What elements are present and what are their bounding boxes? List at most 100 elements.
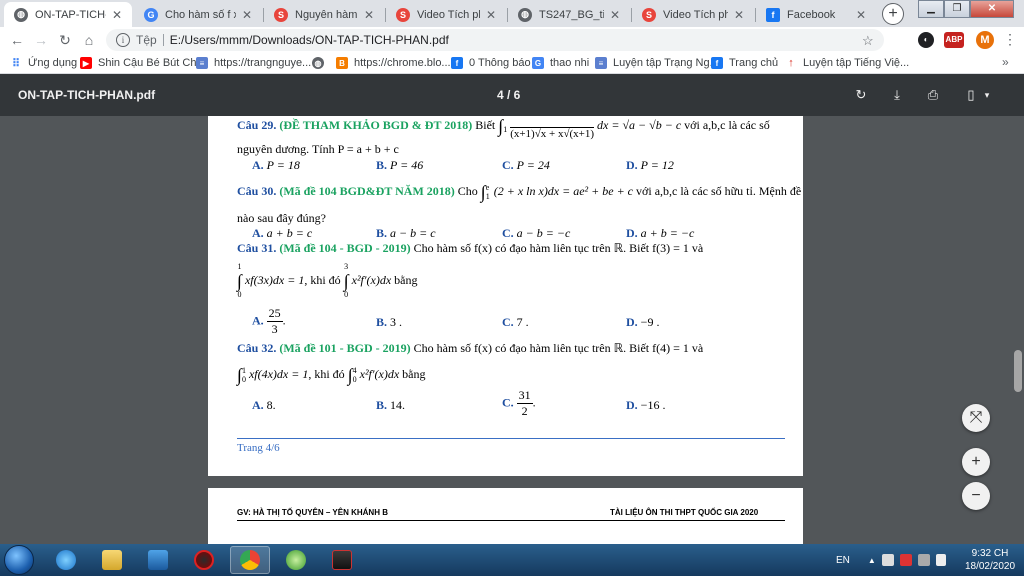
restore-button[interactable]: ❐	[944, 0, 970, 18]
question-text: với a,b,c là các số	[684, 117, 770, 132]
taskbar-app-red[interactable]	[184, 546, 224, 574]
vertical-scrollbar[interactable]	[1012, 116, 1024, 544]
option-key: B.	[376, 226, 388, 240]
scrollbar-thumb[interactable]	[1014, 350, 1022, 392]
tab-on-tap-tich-phan[interactable]: ◍ ON-TAP-TICH-PHAN ✕	[4, 2, 132, 27]
tab-title: Facebook	[787, 8, 836, 21]
folder-icon	[102, 550, 122, 570]
close-tab-icon[interactable]: ✕	[608, 8, 622, 22]
bookmark-label: Luyện tập Tiếng Việ...	[803, 57, 910, 69]
taskbar-media-player[interactable]	[138, 546, 178, 574]
option-value: a + b = −c	[640, 226, 695, 240]
integral-upper-limit: 4	[352, 366, 357, 376]
back-button[interactable]: ←	[8, 31, 26, 49]
pdf-viewer[interactable]: Câu 29. (ĐỀ THAM KHẢO BGD & ĐT 2018) Biế…	[0, 116, 1024, 544]
language-indicator[interactable]: EN	[836, 555, 850, 566]
taskbar-app-green[interactable]	[276, 546, 316, 574]
media-player-icon	[148, 550, 168, 570]
adblock-plus-icon[interactable]: ABP	[944, 32, 964, 48]
extension-icon[interactable]: ◐	[918, 32, 934, 48]
bookmark-thong-bao[interactable]: f 0 Thông báo	[451, 55, 531, 71]
option-key: D.	[626, 158, 638, 172]
question-text: bằng	[402, 367, 426, 381]
url-text[interactable]: E:/Users/mmm/Downloads/ON-TAP-TICH-PHAN.…	[170, 33, 449, 47]
bookmark-chrome-blog[interactable]: B https://chrome.blo...	[336, 55, 451, 71]
profile-avatar[interactable]: M	[976, 31, 994, 49]
tab-facebook[interactable]: f Facebook ✕	[756, 2, 876, 27]
network-icon[interactable]	[917, 554, 930, 566]
tab-video-tich-phan-2[interactable]: S Video Tích phân dạ ✕	[632, 2, 754, 27]
close-tab-icon[interactable]: ✕	[110, 8, 124, 22]
close-window-button[interactable]: ✕	[970, 0, 1014, 18]
question-29-line2: nguyên dương. Tính P = a + b + c	[237, 142, 399, 156]
tray-app-icon[interactable]	[899, 554, 912, 566]
fraction-numerator: 31	[516, 388, 533, 404]
option-value: 8.	[266, 398, 276, 412]
taskbar-app-dark[interactable]	[322, 546, 362, 574]
reload-button[interactable]: ↻	[56, 31, 74, 49]
close-tab-icon[interactable]: ✕	[854, 8, 868, 22]
bookmark-apps[interactable]: ⠿ Ứng dụng	[10, 55, 77, 71]
question-text: , khi đó	[304, 272, 341, 287]
bookmark-trangnguyen[interactable]: ≡ https://trangnguye...	[196, 55, 311, 71]
download-icon[interactable]: ⤓	[888, 86, 906, 104]
tab-ts247[interactable]: ◍ TS247_BG_tich_pha ✕	[508, 2, 630, 27]
address-bar[interactable]: i Tệp E:/Users/mmm/Downloads/ON-TAP-TICH…	[106, 29, 884, 51]
question-source: (Mã đề 104 BGD&ĐT NĂM 2018)	[279, 184, 455, 198]
pdf-page-indicator[interactable]: 4 / 6	[497, 88, 520, 102]
page-header-title: TÀI LIỆU ÔN THI THPT QUỐC GIA 2020	[610, 508, 759, 517]
new-tab-button[interactable]: +	[882, 3, 904, 25]
scheme-label: Tệp	[136, 33, 157, 47]
more-options-icon[interactable]: ▾	[978, 86, 996, 104]
home-button[interactable]: ⌂	[80, 31, 98, 49]
print-icon[interactable]: ⎙	[924, 86, 942, 104]
bookmark-trang-chu[interactable]: f Trang chủ	[711, 55, 778, 71]
option-key: C.	[502, 315, 514, 329]
fraction-denominator: (x+1)√x + x√(x+1)	[510, 128, 595, 140]
bookmark-star-icon[interactable]: ☆	[862, 33, 874, 49]
minimize-button[interactable]: ▁	[918, 0, 944, 18]
tray-app-icon[interactable]	[881, 554, 894, 566]
taskbar-chrome[interactable]	[230, 546, 270, 574]
google-icon: G	[144, 7, 158, 22]
start-button[interactable]	[4, 545, 34, 575]
question-31-line1: Câu 31. (Mã đề 104 - BGD - 2019) Cho hàm…	[237, 241, 703, 256]
taskbar-internet-explorer[interactable]	[46, 546, 86, 574]
question-label: Câu 30.	[237, 184, 277, 198]
bookmark-icon: ≡	[196, 57, 208, 69]
address-separator	[162, 34, 164, 46]
bookmark-thao-nhi[interactable]: G thao nhi	[532, 55, 589, 71]
bookmark-tieng-viet[interactable]: ↑ Luyện tập Tiếng Việ...	[785, 55, 909, 71]
bookmarks-overflow-icon[interactable]: »	[1002, 55, 1009, 69]
header-divider	[237, 520, 785, 521]
option-29-c: C. P = 24	[502, 158, 550, 173]
page-header-author: GV: HÀ THỊ TỐ QUYÊN – YÊN KHÁNH B	[237, 508, 388, 517]
zoom-in-button[interactable]: +	[962, 448, 990, 476]
taskbar-explorer[interactable]	[92, 546, 132, 574]
tab-cho-ham-so[interactable]: G Cho hàm số f x( ) có ✕	[134, 2, 262, 27]
volume-icon[interactable]	[935, 554, 946, 566]
close-tab-icon[interactable]: ✕	[484, 8, 498, 22]
zoom-out-button[interactable]: −	[962, 482, 990, 510]
bookmark-trang-nguyen[interactable]: ≡ Luyện tập Trạng Ng...	[595, 55, 719, 71]
option-key: D.	[626, 315, 638, 329]
tab-title: Cho hàm số f x( ) có	[165, 8, 236, 21]
integral-lower-limit: 0	[344, 290, 349, 299]
tray-expand-icon[interactable]: ▲	[868, 556, 876, 565]
bookmark-shin[interactable]: ▶ Shin Cậu Bé Bút Chì...	[80, 55, 209, 71]
tab-nguyen-ham[interactable]: S Nguyên hàm - tích ✕	[264, 2, 384, 27]
clock[interactable]: 9:32 CH 18/02/2020	[962, 547, 1018, 573]
tab-video-tich-phan-1[interactable]: S Video Tích phân hà ✕	[386, 2, 506, 27]
forward-button[interactable]: →	[32, 31, 50, 49]
rotate-icon[interactable]: ↻	[852, 86, 870, 104]
close-tab-icon[interactable]: ✕	[732, 8, 746, 22]
option-value: −9 .	[640, 315, 660, 329]
fit-to-page-button[interactable]: ⤧	[962, 404, 990, 432]
menu-kebab-icon[interactable]: ⋮	[1003, 32, 1017, 46]
close-tab-icon[interactable]: ✕	[362, 8, 376, 22]
facebook-icon: f	[451, 57, 463, 69]
close-tab-icon[interactable]: ✕	[240, 8, 254, 22]
system-tray: EN ▲	[836, 544, 946, 576]
bookmark-globe[interactable]: ◍	[312, 55, 330, 71]
info-icon[interactable]: i	[116, 33, 130, 47]
